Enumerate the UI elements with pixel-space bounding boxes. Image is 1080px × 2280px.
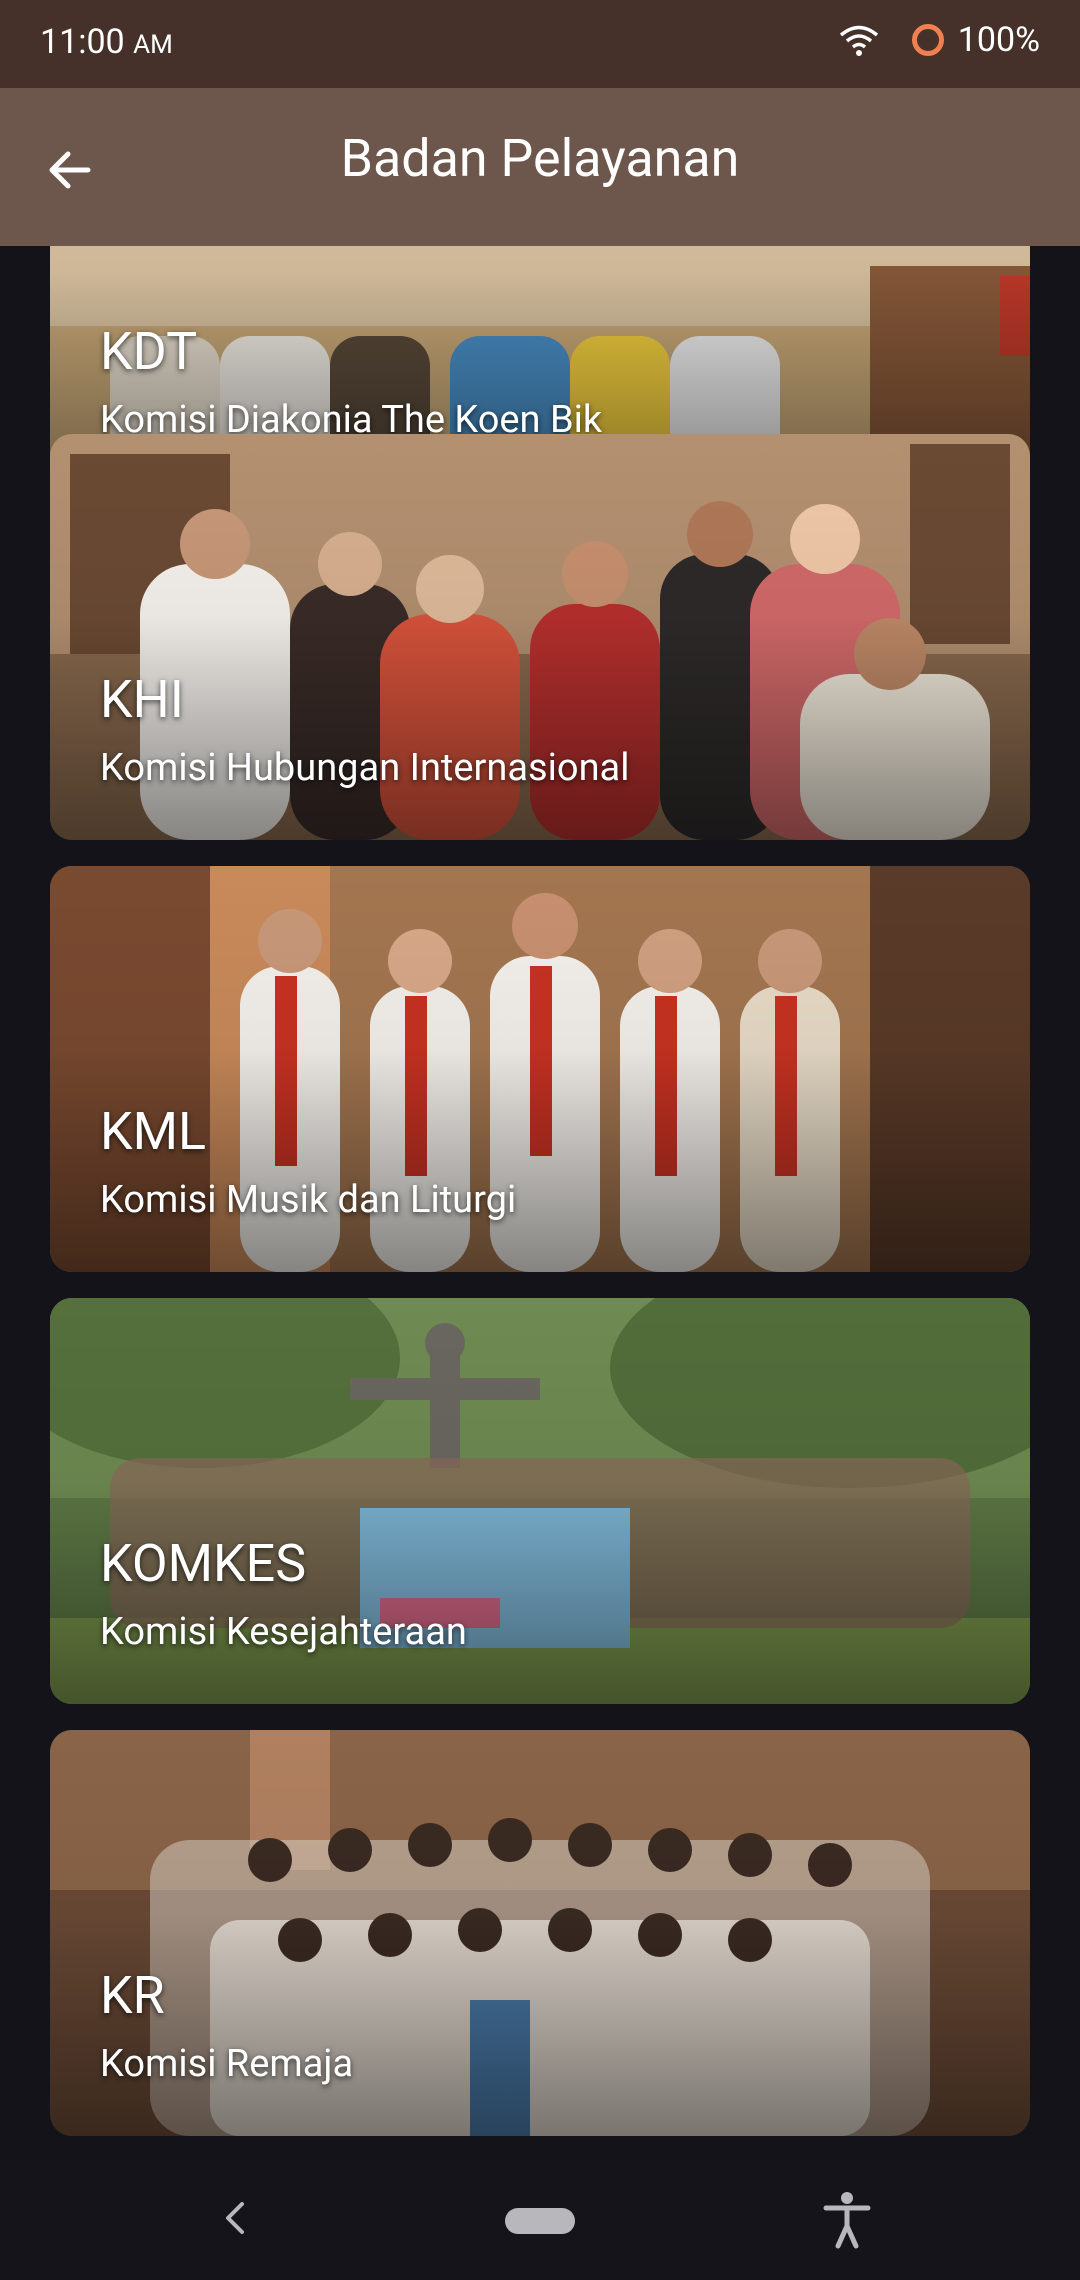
card-khi[interactable]: KHI Komisi Hubungan Internasional (50, 434, 1030, 840)
accessibility-icon[interactable] (822, 2190, 872, 2250)
system-nav-bar (0, 2160, 1080, 2280)
status-icons: 100% (838, 20, 1040, 60)
card-abbr: KOMKES (100, 1533, 307, 1594)
app-bar: Badan Pelayanan (0, 88, 1080, 246)
card-komkes[interactable]: KOMKES Komisi Kesejahteraan (50, 1298, 1030, 1704)
status-time: 11:00 AM (40, 22, 173, 62)
nav-back-icon[interactable] (220, 2198, 250, 2238)
card-kr[interactable]: KR Komisi Remaja (50, 1730, 1030, 2136)
status-time-value: 11:00 (40, 22, 125, 62)
card-kml[interactable]: KML Komisi Musik dan Liturgi (50, 866, 1030, 1272)
battery-percent: 100% (957, 20, 1040, 60)
card-name: Komisi Kesejahteraan (100, 1610, 467, 1654)
card-abbr: KHI (100, 669, 184, 730)
battery-icon (911, 24, 944, 56)
card-abbr: KML (100, 1101, 207, 1162)
card-name: Komisi Musik dan Liturgi (100, 1178, 517, 1222)
card-abbr: KDT (100, 321, 198, 382)
nav-home-pill[interactable] (505, 2208, 575, 2234)
page-title: Badan Pelayanan (340, 128, 740, 189)
card-name: Komisi Hubungan Internasional (100, 746, 630, 790)
service-list[interactable]: KDT Komisi Diakonia The Koen Bik KHI Kom… (0, 246, 1080, 2160)
wifi-icon (839, 25, 878, 56)
card-name: Komisi Remaja (100, 2042, 354, 2086)
status-time-ampm: AM (133, 30, 173, 60)
status-bar: 11:00 AM 100% (0, 0, 1080, 88)
card-abbr: KR (100, 1965, 165, 2026)
